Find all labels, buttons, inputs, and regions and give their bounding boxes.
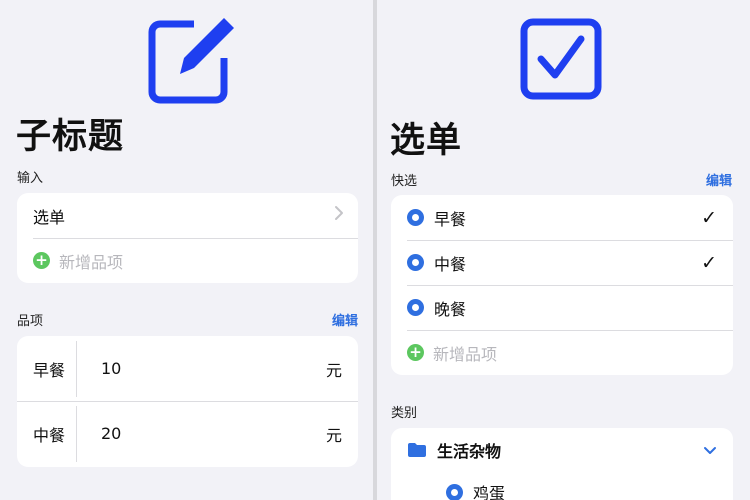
left-pane: 子标题 输入 选单 + 新增品项 品项 编辑 早餐 10 元 中餐 20 元 — [0, 0, 373, 500]
add-item-label: 新增品项 — [433, 344, 498, 364]
price-row-label: 早餐 — [33, 360, 66, 380]
price-row-label: 中餐 — [33, 425, 66, 445]
price-row-lunch: 中餐 20 元 — [17, 401, 358, 466]
folder-label: 生活杂物 — [437, 442, 502, 461]
quick-card: 早餐 ✓ 中餐 ✓ 晚餐 + 新增品项 — [391, 195, 733, 375]
radio-icon — [446, 483, 463, 500]
add-item-row[interactable]: + 新增品项 — [17, 238, 358, 283]
chevron-right-icon — [334, 205, 344, 226]
page-title: 选单 — [390, 121, 463, 161]
add-item-label: 新增品项 — [59, 252, 124, 272]
category-section-label: 类别 — [391, 406, 418, 421]
radio-icon — [407, 209, 424, 226]
price-value-field[interactable]: 20 — [77, 424, 358, 443]
quick-section-label: 快选 — [391, 174, 418, 189]
option-row-dinner[interactable]: 晚餐 — [391, 285, 733, 330]
category-card: 生活杂物 鸡蛋 — [391, 428, 733, 500]
folder-icon — [407, 442, 427, 458]
square-pencil-icon — [146, 14, 242, 108]
items-card: 早餐 10 元 中餐 20 元 — [17, 336, 358, 467]
price-row-breakfast: 早餐 10 元 — [17, 336, 358, 401]
option-row-breakfast[interactable]: 早餐 ✓ — [391, 195, 733, 240]
child-label: 鸡蛋 — [473, 484, 506, 500]
price-unit: 元 — [325, 425, 342, 445]
quick-edit-link[interactable]: 编辑 — [706, 170, 732, 189]
menu-row[interactable]: 选单 — [17, 193, 358, 238]
radio-icon — [407, 254, 424, 271]
option-row-lunch[interactable]: 中餐 ✓ — [391, 240, 733, 285]
items-section-label: 品项 — [17, 314, 44, 329]
checkmark-icon: ✓ — [701, 251, 717, 274]
items-edit-link[interactable]: 编辑 — [332, 310, 358, 329]
add-item-row[interactable]: + 新增品项 — [391, 330, 733, 375]
checkmark-icon: ✓ — [701, 206, 717, 229]
price-value-field[interactable]: 10 — [77, 359, 358, 378]
add-icon: + — [33, 252, 50, 269]
checkbox-icon — [519, 17, 603, 105]
option-label: 中餐 — [434, 254, 467, 274]
menu-row-label: 选单 — [33, 207, 66, 227]
folder-row[interactable]: 生活杂物 — [391, 428, 733, 472]
input-card: 选单 + 新增品项 — [17, 193, 358, 283]
price-unit: 元 — [325, 360, 342, 380]
option-label: 晚餐 — [434, 299, 467, 319]
radio-icon — [407, 299, 424, 316]
add-icon: + — [407, 344, 424, 361]
option-label: 早餐 — [434, 209, 467, 229]
chevron-down-icon[interactable] — [703, 446, 717, 455]
page-title: 子标题 — [16, 117, 125, 157]
input-section-label: 输入 — [17, 171, 44, 186]
category-child-row[interactable]: 鸡蛋 — [391, 472, 733, 500]
right-pane: 选单 快选 编辑 早餐 ✓ 中餐 ✓ 晚餐 + 新增品项 类别 生活杂物 鸡蛋 — [377, 0, 750, 500]
